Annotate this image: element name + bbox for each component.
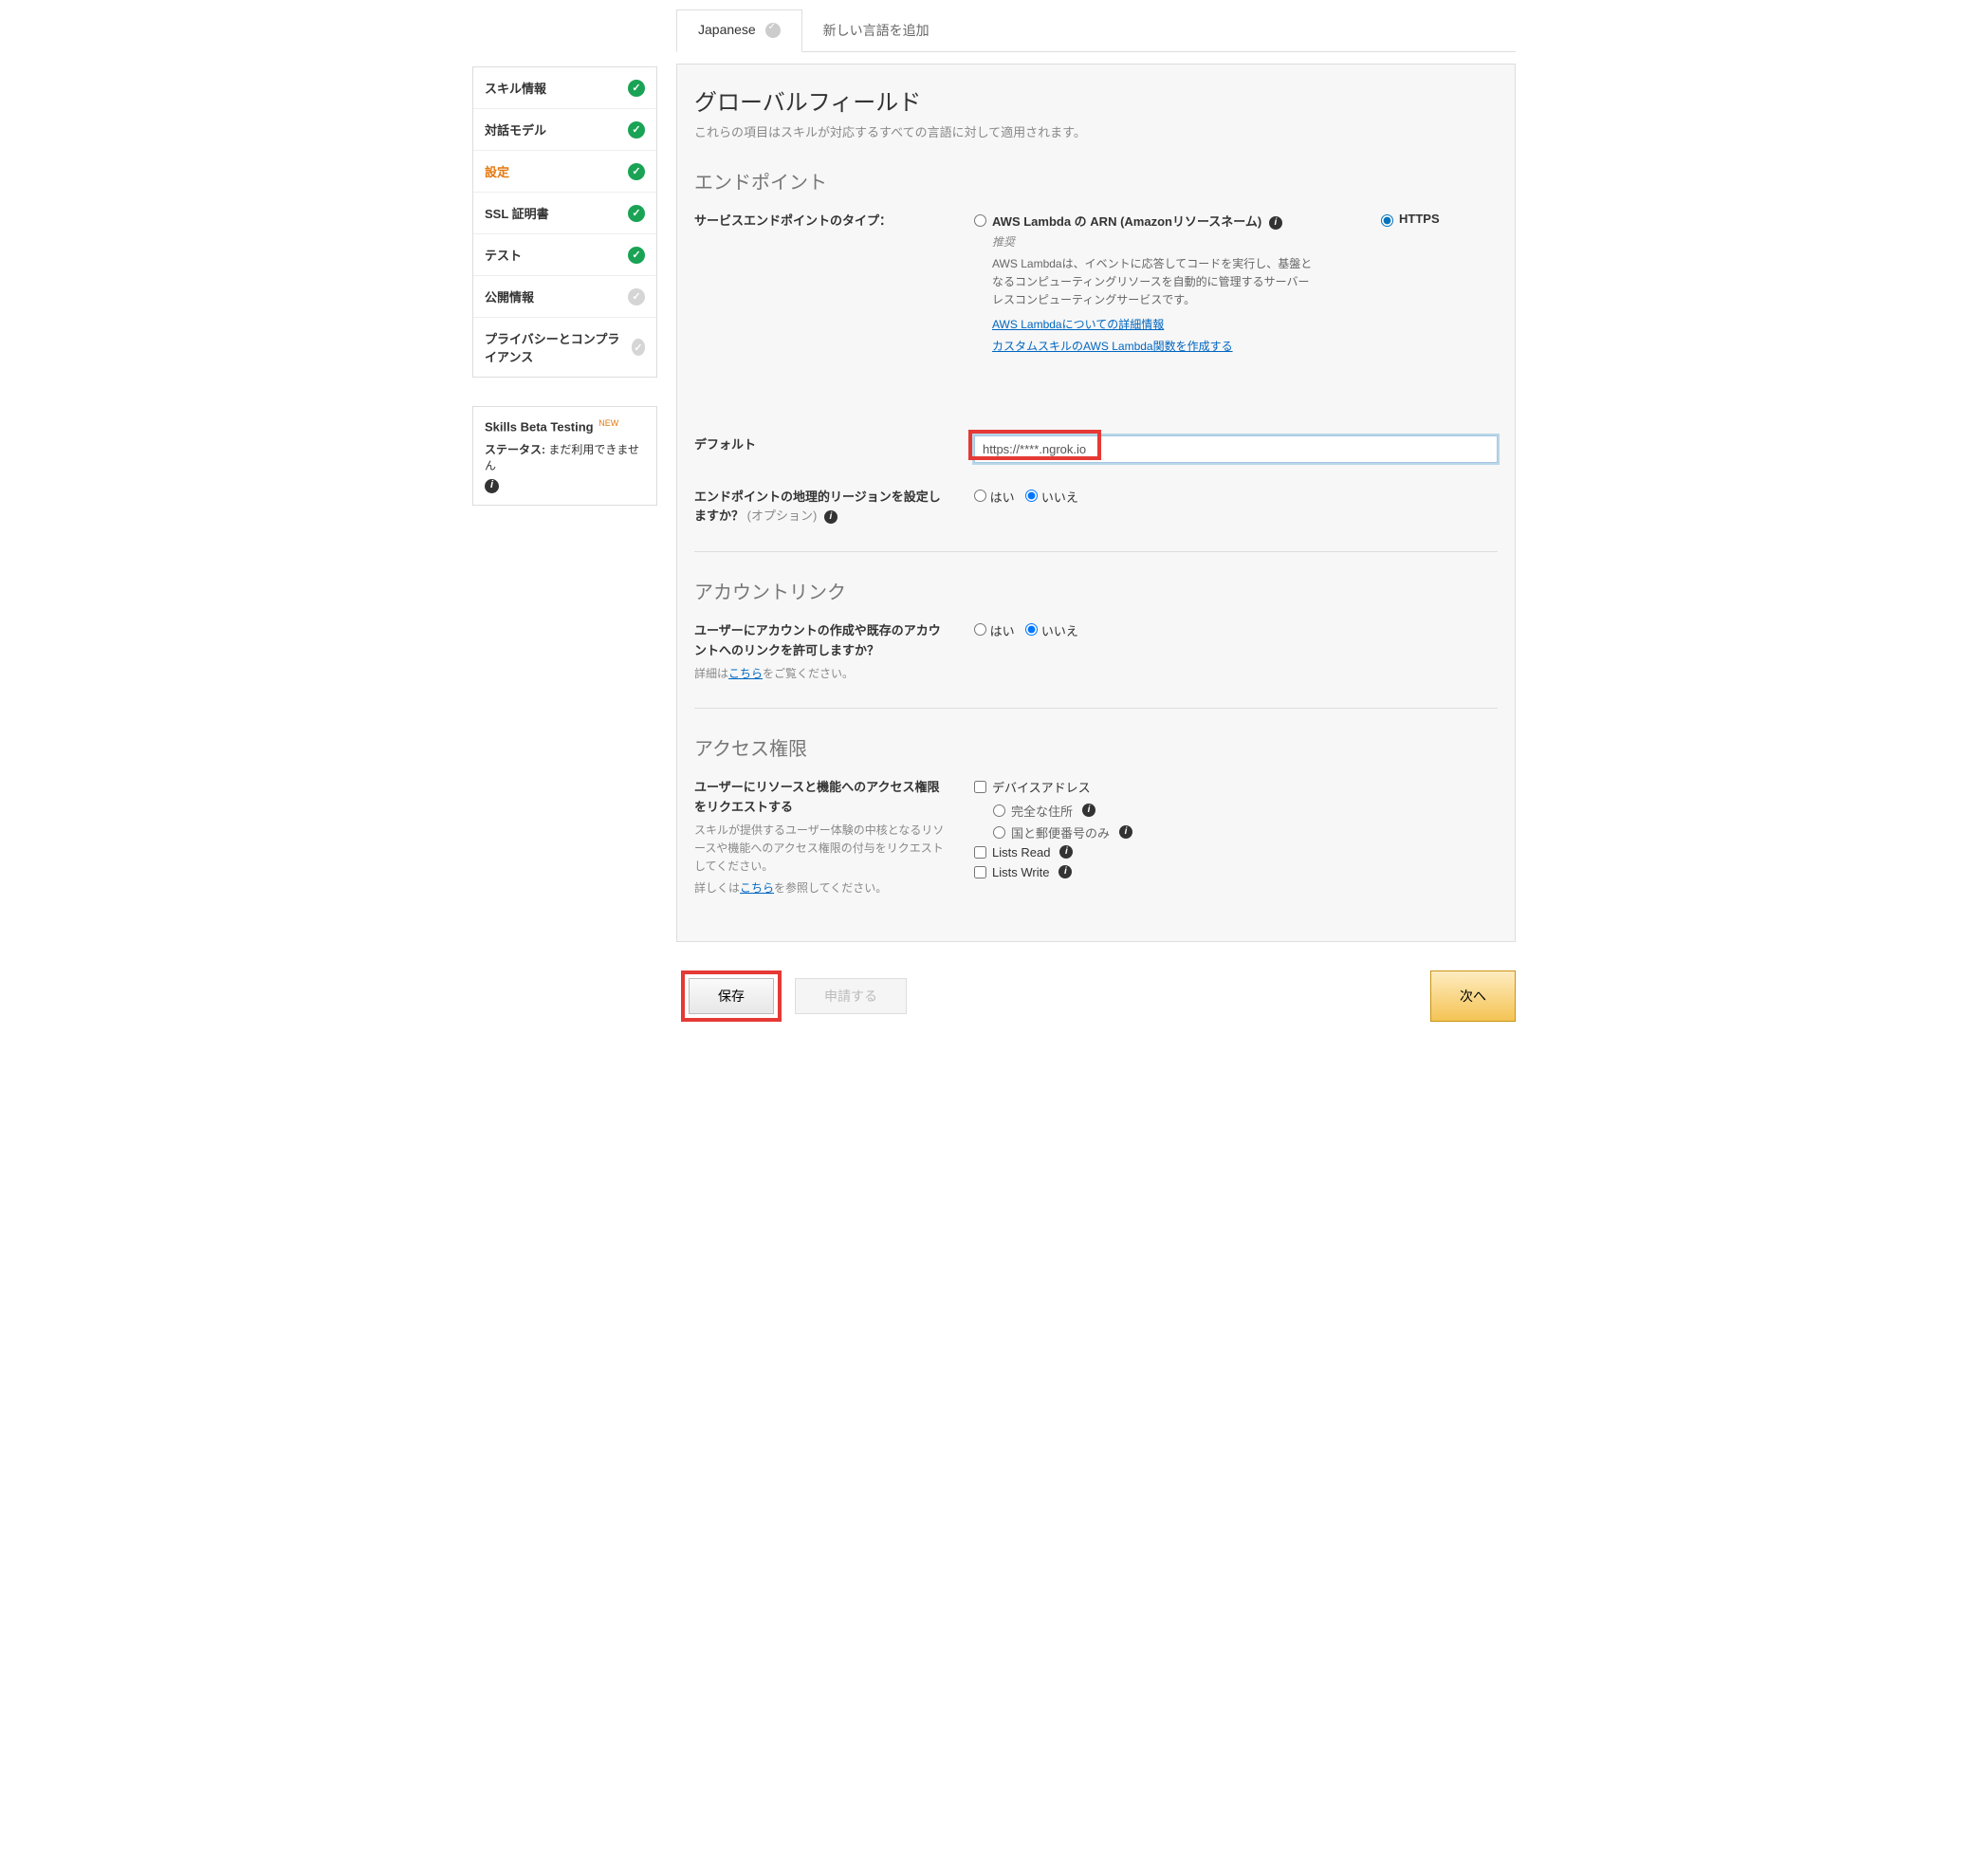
permissions-label: ユーザーにリソースと機能へのアクセス権限をリクエストする xyxy=(694,780,939,814)
info-icon[interactable]: i xyxy=(1082,804,1095,817)
sidebar-item-label: テスト xyxy=(485,246,522,264)
page-title: グローバルフィールド xyxy=(694,83,1498,117)
check-icon: ✓ xyxy=(628,163,645,180)
radio-full-address[interactable] xyxy=(993,804,1005,817)
check-icon: ✓ xyxy=(628,288,645,305)
radio-lambda[interactable] xyxy=(974,214,986,227)
account-link-label: ユーザーにアカウントの作成や既存のアカウントへのリンクを許可しますか？ xyxy=(694,623,941,657)
sidebar-item-test[interactable]: テスト ✓ xyxy=(473,234,656,276)
check-icon: ✓ xyxy=(628,121,645,139)
default-label: デフォルト xyxy=(694,435,946,455)
sidebar-item-label: プライバシーとコンプライアンス xyxy=(485,329,632,365)
check-icon xyxy=(765,23,781,38)
sidebar-item-interaction-model[interactable]: 対話モデル ✓ xyxy=(473,109,656,151)
country-zip-option[interactable]: 国と郵便番号のみ i xyxy=(993,823,1498,841)
lists-write-option[interactable]: Lists Write i xyxy=(974,865,1498,879)
lambda-description: AWS Lambdaは、イベントに応答してコードを実行し、基盤となるコンピューテ… xyxy=(992,255,1315,310)
sidebar-item-publish[interactable]: 公開情報 ✓ xyxy=(473,276,656,318)
check-icon: ✓ xyxy=(628,247,645,264)
sidebar-item-label: 公開情報 xyxy=(485,287,534,305)
language-tabs: Japanese 新しい言語を追加 xyxy=(676,9,1516,52)
check-icon: ✓ xyxy=(632,339,645,356)
lambda-link-create[interactable]: カスタムスキルのAWS Lambda関数を作成する xyxy=(992,338,1315,354)
info-icon[interactable]: i xyxy=(1269,216,1282,230)
settings-panel: グローバルフィールド これらの項目はスキルが対応するすべての言語に対して適用され… xyxy=(676,64,1516,942)
beta-testing-box: Skills Beta Testing NEW ステータス: まだ利用できません… xyxy=(472,406,657,506)
checkbox-lists-read[interactable] xyxy=(974,846,986,859)
info-icon[interactable]: i xyxy=(1058,865,1072,878)
check-icon: ✓ xyxy=(628,80,645,97)
permissions-help1: スキルが提供するユーザー体験の中核となるリソースや機能へのアクセス権限の付与をリ… xyxy=(694,822,946,877)
sidebar-item-label: 対話モデル xyxy=(485,120,546,139)
highlight-marker: 保存 xyxy=(681,970,782,1022)
account-no-option[interactable]: いいえ xyxy=(1025,624,1078,638)
geo-no-option[interactable]: いいえ xyxy=(1025,490,1078,505)
geo-region-label: エンドポイントの地理的リージョンを設定しますか？ xyxy=(694,490,941,524)
sidebar-item-label: 設定 xyxy=(485,162,509,180)
tab-label: 新しい言語を追加 xyxy=(823,23,930,38)
default-endpoint-input[interactable] xyxy=(974,435,1498,463)
optional-hint: (オプション) xyxy=(747,508,818,523)
radio-geo-no[interactable] xyxy=(1025,490,1038,502)
lambda-recommended: 推奨 xyxy=(992,233,1315,250)
radio-account-yes[interactable] xyxy=(974,623,986,636)
beta-status-label: ステータス: xyxy=(485,443,545,456)
lambda-link-info[interactable]: AWS Lambdaについての詳細情報 xyxy=(992,316,1315,332)
radio-https[interactable] xyxy=(1381,214,1393,227)
radio-geo-yes[interactable] xyxy=(974,490,986,502)
info-icon[interactable]: i xyxy=(485,479,499,493)
sidebar-item-skill-info[interactable]: スキル情報 ✓ xyxy=(473,67,656,109)
lambda-title: AWS Lambda の ARN (Amazonリソースネーム) xyxy=(992,214,1261,229)
tab-label: Japanese xyxy=(698,22,756,37)
geo-yes-option[interactable]: はい xyxy=(974,490,1015,505)
endpoint-type-label: サービスエンドポイントのタイプ： xyxy=(694,212,946,231)
info-icon[interactable]: i xyxy=(1059,845,1073,859)
info-icon[interactable]: i xyxy=(1119,825,1132,839)
sidebar-item-ssl[interactable]: SSL 証明書 ✓ xyxy=(473,193,656,234)
new-badge: NEW xyxy=(598,418,618,428)
tab-add-language[interactable]: 新しい言語を追加 xyxy=(802,9,950,51)
radio-country-zip[interactable] xyxy=(993,826,1005,839)
page-subtitle: これらの項目はスキルが対応するすべての言語に対して適用されます。 xyxy=(694,122,1498,140)
permissions-help-link[interactable]: こちら xyxy=(740,881,774,895)
tab-japanese[interactable]: Japanese xyxy=(676,9,802,52)
next-button[interactable]: 次へ xyxy=(1430,970,1516,1022)
sidebar-item-label: スキル情報 xyxy=(485,79,546,97)
submit-button: 申請する xyxy=(795,978,907,1014)
check-icon: ✓ xyxy=(628,205,645,222)
permissions-heading: アクセス権限 xyxy=(694,733,1498,761)
sidebar-nav: スキル情報 ✓ 対話モデル ✓ 設定 ✓ SSL 証明書 ✓ テスト ✓ 公開情… xyxy=(472,66,657,378)
https-label: HTTPS xyxy=(1399,212,1440,226)
save-button[interactable]: 保存 xyxy=(689,978,774,1014)
checkbox-lists-write[interactable] xyxy=(974,866,986,878)
sidebar-item-privacy[interactable]: プライバシーとコンプライアンス ✓ xyxy=(473,318,656,377)
account-yes-option[interactable]: はい xyxy=(974,624,1015,638)
device-address-option[interactable]: デバイスアドレス xyxy=(974,778,1498,796)
endpoint-lambda-option[interactable]: AWS Lambda の ARN (Amazonリソースネーム) i 推奨 AW… xyxy=(974,212,1315,354)
account-help-link[interactable]: こちら xyxy=(728,667,763,680)
beta-title: Skills Beta Testing xyxy=(485,419,594,434)
info-icon[interactable]: i xyxy=(824,510,838,524)
lists-read-option[interactable]: Lists Read i xyxy=(974,845,1498,860)
endpoint-heading: エンドポイント xyxy=(694,167,1498,194)
sidebar-item-label: SSL 証明書 xyxy=(485,204,549,222)
full-address-option[interactable]: 完全な住所 i xyxy=(993,802,1498,820)
checkbox-device-address[interactable] xyxy=(974,781,986,793)
radio-account-no[interactable] xyxy=(1025,623,1038,636)
endpoint-https-option[interactable]: HTTPS xyxy=(1381,212,1440,227)
account-link-heading: アカウントリンク xyxy=(694,577,1498,604)
sidebar-item-settings[interactable]: 設定 ✓ xyxy=(473,151,656,193)
